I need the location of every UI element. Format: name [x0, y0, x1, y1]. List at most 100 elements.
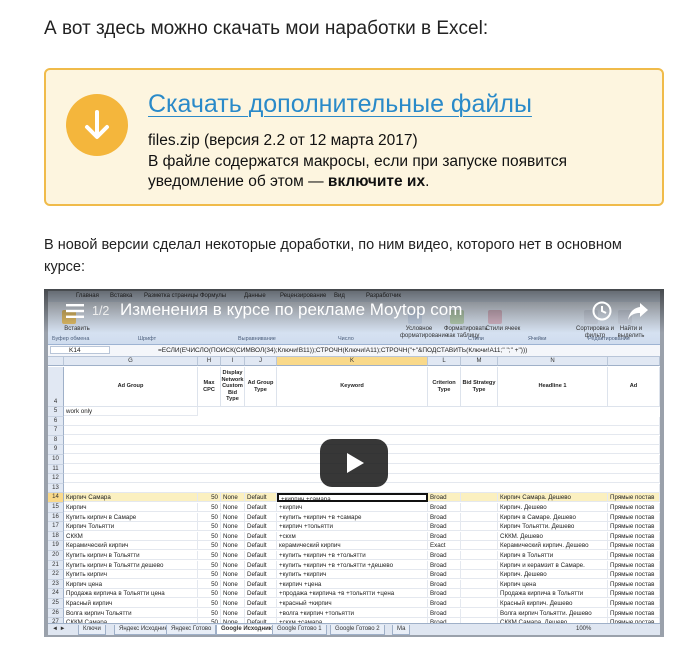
row-number[interactable]: 6 [48, 416, 64, 427]
grid-cell[interactable] [461, 589, 498, 599]
sheet-nav[interactable]: ◄ ► [52, 626, 66, 632]
grid-cell[interactable]: None [221, 493, 245, 503]
grid-cell[interactable]: Broad [428, 599, 461, 608]
grid-cell[interactable] [461, 493, 498, 503]
grid-cell[interactable]: None [221, 551, 245, 560]
grid-cell[interactable]: +купить +кирпич +в +тольятти +дешево [277, 560, 428, 570]
grid-cell[interactable]: Купить кирпич [64, 570, 198, 580]
video-title[interactable]: Изменения в курсе по рекламе Moytop com [120, 300, 462, 320]
grid-cell[interactable]: 50 [198, 503, 221, 512]
grid-cell[interactable]: Default [245, 560, 277, 570]
sheet-tab[interactable]: Google Готово 1 [272, 625, 327, 635]
grid-cell[interactable]: Broad [428, 503, 461, 512]
grid-cell[interactable]: 50 [198, 541, 221, 551]
grid-cell[interactable]: Прямые постав [608, 579, 660, 589]
name-box[interactable]: K14 [50, 346, 110, 354]
grid-cell[interactable]: Кирпич в Самаре. Дешево [498, 512, 608, 522]
header-cell[interactable]: Bid Strategy Type [461, 367, 498, 407]
grid-cell[interactable]: Default [245, 589, 277, 599]
grid-cell[interactable]: Кирпич в Тольятти [498, 551, 608, 560]
menu-icon[interactable] [66, 304, 84, 318]
grid-cell[interactable]: Кирпич Тольятти. Дешево [498, 522, 608, 532]
grid-cell[interactable]: None [221, 531, 245, 541]
grid-cell[interactable]: Кирпич [64, 503, 198, 512]
sheet-tab[interactable]: Яндекс Исходник [114, 625, 173, 635]
grid-cell[interactable]: 50 [198, 570, 221, 580]
grid-cell[interactable]: None [221, 512, 245, 522]
download-arrow-icon[interactable] [66, 94, 128, 156]
grid-cell[interactable]: +купить +кирпич +в +самаре [277, 512, 428, 522]
grid-cell[interactable]: Прямые постав [608, 512, 660, 522]
header-cell[interactable]: Criterion Type [428, 367, 461, 407]
grid-cell[interactable]: Прямые постав [608, 599, 660, 608]
grid-cell[interactable]: +продажа +кирпича +в +тольятти +цена [277, 589, 428, 599]
sheet-tab[interactable]: Яндекс Готово [166, 625, 217, 635]
column-header[interactable]: H [198, 357, 221, 366]
share-icon[interactable] [627, 301, 649, 321]
grid-cell[interactable]: Кирпич цена [64, 579, 198, 589]
grid-cell[interactable]: Default [245, 608, 277, 618]
row-number[interactable]: 14 [48, 493, 64, 503]
header-cell[interactable]: Display Network Custom Bid Type [221, 367, 245, 407]
grid-cell[interactable]: Кирпич цена [498, 579, 608, 589]
grid-cell[interactable]: Broad [428, 493, 461, 503]
row-number[interactable]: 11 [48, 464, 64, 475]
grid-cell[interactable]: None [221, 579, 245, 589]
grid-cell[interactable]: Exact [428, 541, 461, 551]
grid-cell[interactable]: Кирпич Самара [64, 493, 198, 503]
grid-cell[interactable]: Broad [428, 570, 461, 580]
grid-cell[interactable]: Default [245, 531, 277, 541]
column-header[interactable]: M [461, 357, 498, 366]
grid-cell[interactable]: Продажа кирпича в Тольятти цена [64, 589, 198, 599]
download-link[interactable]: Скачать дополнительные файлы [148, 90, 532, 119]
grid-cell[interactable] [461, 608, 498, 618]
grid-cell[interactable]: Кирпич Тольятти [64, 522, 198, 532]
grid-cell[interactable]: Купить кирпич в Самаре [64, 512, 198, 522]
grid-cell[interactable]: Broad [428, 522, 461, 532]
grid-cell[interactable]: 50 [198, 493, 221, 503]
row-number[interactable]: 25 [48, 599, 64, 609]
header-cell[interactable]: Ad Group Type [245, 367, 277, 407]
watch-later-icon[interactable] [592, 301, 612, 321]
grid-cell[interactable]: +кирпич +цена [277, 579, 428, 589]
grid-cell[interactable]: Прямые постав [608, 551, 660, 560]
header-cell[interactable]: Ad [608, 367, 660, 407]
grid-cell[interactable]: None [221, 608, 245, 618]
grid-cell[interactable]: Broad [428, 589, 461, 599]
grid-cell[interactable]: керамический кирпич [277, 541, 428, 551]
row-number[interactable]: 9 [48, 445, 64, 455]
grid-cell[interactable]: Broad [428, 512, 461, 522]
grid-cell[interactable]: None [221, 570, 245, 580]
header-cell[interactable]: Keyword [277, 367, 428, 407]
zoom-level[interactable]: 100% [576, 626, 591, 632]
grid-cell[interactable]: None [221, 522, 245, 532]
grid-cell[interactable]: +кирпич +самара [277, 493, 428, 503]
grid-cell[interactable]: Прямые постав [608, 589, 660, 599]
grid-cell[interactable]: Купить кирпич в Тольятти [64, 551, 198, 560]
grid-cell[interactable]: Красный кирпич [64, 599, 198, 608]
grid-cell[interactable]: Купить кирпич в Тольятти дешево [64, 560, 198, 570]
grid-cell[interactable]: Прямые постав [608, 570, 660, 580]
header-cell[interactable]: Max CPC [198, 367, 221, 407]
grid-cell[interactable]: +кирпич +тольятти [277, 522, 428, 532]
grid-cell[interactable]: +купить +кирпич [277, 570, 428, 580]
grid-cell[interactable] [461, 522, 498, 532]
grid-cell[interactable]: Broad [428, 560, 461, 570]
grid-cell[interactable]: Продажа кирпича в Тольятти [498, 589, 608, 599]
grid-cell[interactable]: 50 [198, 589, 221, 599]
row-number[interactable]: 4 [48, 367, 64, 407]
grid-cell[interactable] [461, 503, 498, 512]
column-header[interactable]: L [428, 357, 461, 366]
grid-cell[interactable]: Волга кирпич Тольятти [64, 608, 198, 618]
row-number[interactable]: 20 [48, 551, 64, 561]
grid-cell[interactable] [461, 570, 498, 580]
grid-cell[interactable]: Прямые постав [608, 541, 660, 551]
grid-cell[interactable]: Default [245, 541, 277, 551]
grid-cell[interactable]: Прямые постав [608, 522, 660, 532]
row-number[interactable]: 21 [48, 560, 64, 571]
row-number[interactable]: 26 [48, 608, 64, 619]
row-number[interactable]: 19 [48, 541, 64, 551]
grid-cell[interactable]: Default [245, 512, 277, 522]
row-number[interactable]: 23 [48, 579, 64, 590]
grid-cell[interactable]: +купить +кирпич +в +тольятти [277, 551, 428, 560]
